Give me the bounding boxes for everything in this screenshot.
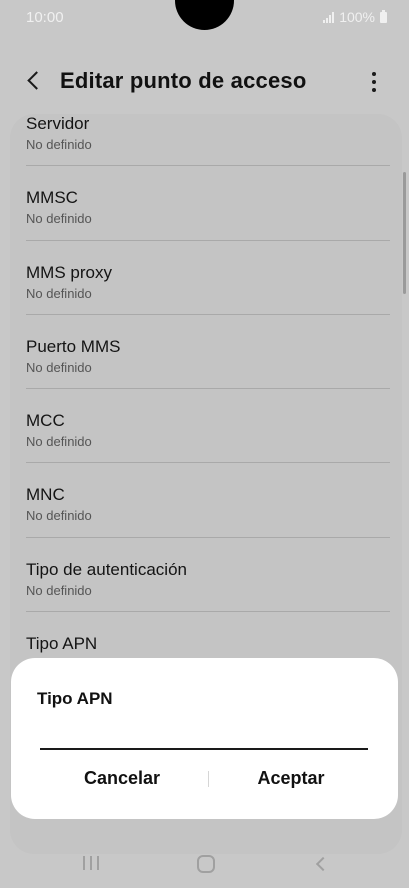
list-item[interactable]: Servidor No definido: [10, 114, 402, 167]
list-item-value: No definido: [26, 285, 92, 301]
list-item-value: No definido: [26, 508, 92, 524]
home-icon[interactable]: [197, 855, 215, 873]
accept-button[interactable]: Aceptar: [201, 758, 381, 798]
status-bar: 10:00 100%: [0, 0, 409, 34]
settings-list: Servidor No definido MMSC No definido MM…: [10, 114, 402, 686]
status-indicators: 100%: [323, 9, 387, 25]
screen: 10:00 100% Editar punto de acceso Servid…: [0, 0, 409, 888]
list-item-label: Puerto MMS: [26, 336, 121, 356]
list-item-label: Tipo APN: [26, 634, 98, 654]
list-item-value: No definido: [26, 137, 92, 152]
cancel-button[interactable]: Cancelar: [32, 758, 212, 798]
list-item[interactable]: Puerto MMS No definido: [10, 315, 402, 390]
scrollbar[interactable]: [403, 172, 406, 294]
dialog-title: Tipo APN: [37, 689, 113, 708]
apn-type-input[interactable]: [40, 720, 368, 750]
recents-icon[interactable]: [83, 856, 99, 870]
list-item[interactable]: MMS proxy No definido: [10, 241, 402, 315]
list-item[interactable]: MNC No definido: [10, 463, 402, 538]
apn-type-dialog: Tipo APN Cancelar Aceptar: [11, 658, 398, 819]
list-item-label: Tipo de autenticación: [26, 559, 187, 579]
list-item[interactable]: MCC No definido: [10, 389, 402, 464]
back-button[interactable]: [22, 66, 50, 96]
list-item-value: No definido: [26, 582, 92, 598]
more-options-icon[interactable]: [364, 68, 384, 96]
list-item-value: No definido: [26, 211, 92, 227]
signal-icon: [323, 11, 335, 23]
list-item[interactable]: Tipo de autenticación No definido: [10, 538, 402, 613]
list-item-label: MCC: [26, 411, 65, 431]
list-item-value: No definido: [26, 434, 92, 450]
page-title: Editar punto de acceso: [60, 68, 307, 93]
list-item-label: MMS proxy: [26, 262, 112, 282]
navigation-bar: [0, 838, 409, 888]
battery-percent: 100%: [339, 9, 375, 25]
list-item-label: Servidor: [26, 114, 90, 133]
list-item-label: MMSC: [26, 188, 78, 208]
list-item-label: MNC: [26, 485, 65, 505]
back-icon[interactable]: [314, 856, 328, 872]
status-time: 10:00: [26, 9, 64, 26]
camera-notch: [175, 0, 234, 30]
list-item[interactable]: MMSC No definido: [10, 166, 402, 241]
battery-icon: [380, 9, 387, 23]
app-header: Editar punto de acceso: [0, 58, 409, 104]
list-item-value: No definido: [26, 359, 92, 375]
